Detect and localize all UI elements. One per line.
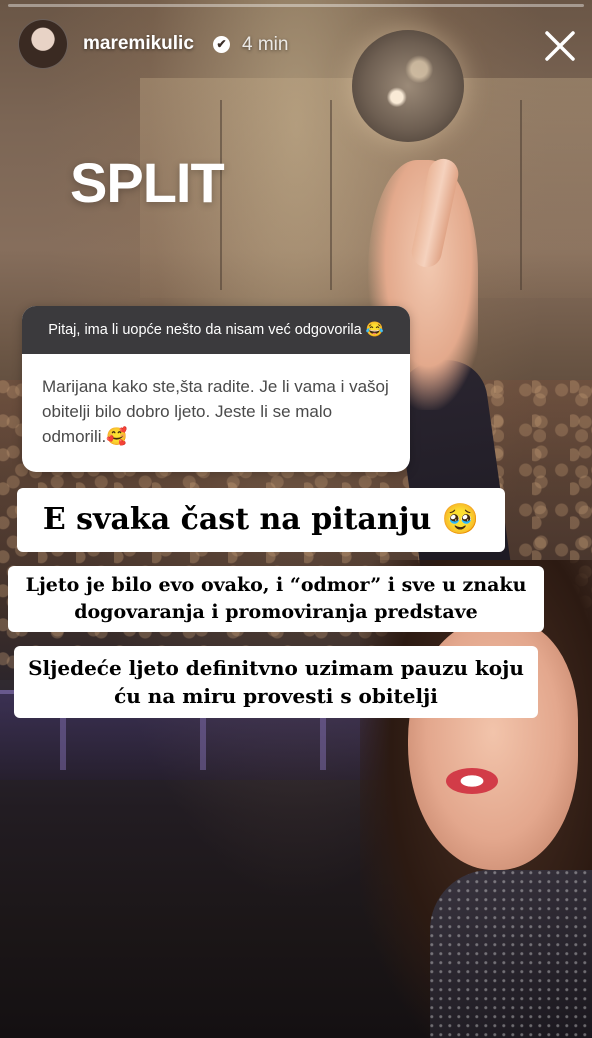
story-progress-bar (8, 4, 584, 7)
ceiling-divider (520, 100, 522, 290)
question-text: Marijana kako ste,šta radite. Je li vama… (42, 377, 389, 446)
disco-ball (352, 30, 464, 142)
ceiling-divider (330, 100, 332, 290)
question-prompt: Pitaj, ima li uopće nešto da nisam već o… (22, 306, 410, 354)
caption-line-3: Sljedeće ljeto definitvno uzimam pauzu k… (14, 646, 538, 718)
question-sticker[interactable]: Pitaj, ima li uopće nešto da nisam već o… (22, 306, 410, 472)
sequin-shoulder (430, 870, 592, 1038)
close-icon (545, 31, 575, 61)
caption-line-1: E svaka čast na pitanju 🥹 (17, 488, 505, 552)
smile (446, 768, 498, 794)
location-text: SPLIT (70, 151, 225, 214)
post-time: 4 min (242, 34, 289, 55)
username[interactable]: maremikulic (83, 33, 194, 55)
caption-line-2: Ljeto je bilo evo ovako, i “odmor” i sve… (8, 566, 544, 632)
avatar[interactable] (18, 19, 68, 69)
close-button[interactable] (540, 26, 580, 66)
verified-badge-icon: ✔ (213, 36, 230, 53)
